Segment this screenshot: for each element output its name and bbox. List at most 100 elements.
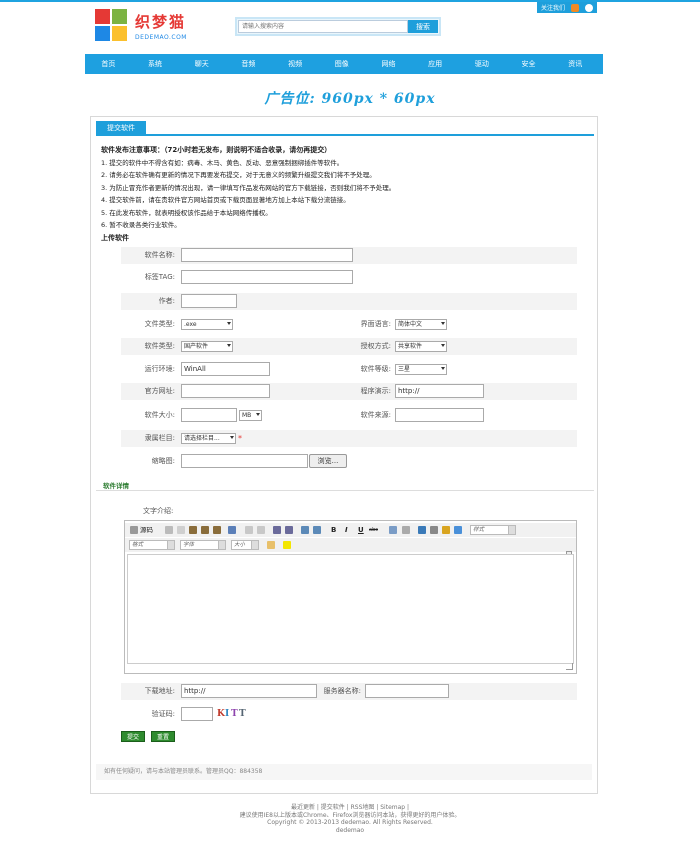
download-url-input[interactable]: http:// (181, 684, 317, 698)
thumb-file-input[interactable] (181, 454, 308, 468)
thumb-label: 缩略图: (151, 457, 175, 465)
nav-item[interactable]: 驱动 (459, 54, 506, 74)
paste-text-icon[interactable] (201, 526, 209, 534)
nav-item[interactable]: 资讯 (552, 54, 599, 74)
redo-icon[interactable] (257, 526, 265, 534)
search-box: 搜索 (235, 17, 441, 36)
softtype-label: 软件类型: (144, 342, 175, 350)
footer-links[interactable]: 最近更新 | 提交软件 | RSS地图 | Sitemap | (0, 804, 700, 812)
captcha-char[interactable]: T (239, 706, 247, 723)
intro-label: 文字介绍: (143, 507, 174, 515)
demo-input[interactable]: http:// (395, 384, 484, 398)
style-select[interactable]: 样式 (470, 525, 516, 535)
author-input[interactable] (181, 294, 237, 308)
chevron-down-icon (256, 413, 260, 416)
nav-item[interactable]: 应用 (412, 54, 459, 74)
captcha-char[interactable]: T (231, 706, 239, 723)
rank-select[interactable]: 三星 (395, 364, 447, 375)
server-label: 服务器名称: (323, 687, 361, 695)
env-label: 运行环境: (144, 365, 175, 373)
ordered-list-icon[interactable] (389, 526, 397, 534)
copy-icon[interactable] (177, 526, 185, 534)
chevron-down-icon (441, 322, 445, 325)
nav-item[interactable]: 视频 (272, 54, 319, 74)
source-icon[interactable] (130, 526, 138, 534)
nav-item[interactable]: 聊天 (178, 54, 225, 74)
site-input[interactable] (181, 384, 270, 398)
chevron-down-icon (441, 344, 445, 347)
resize-grip-icon[interactable] (566, 663, 573, 670)
notice-item: 3. 为防止冒充作者更新的情况出现，请一律填写作品发布网站的官方下载链接，否则我… (101, 183, 396, 192)
cut-icon[interactable] (165, 526, 173, 534)
horizontal-rule-icon[interactable] (402, 526, 410, 534)
site-logo[interactable]: 织梦猫 DEDEMAO.COM (95, 9, 225, 49)
strike-button[interactable]: abc (369, 524, 378, 536)
logo-name: 织梦猫 (135, 13, 187, 31)
reset-button[interactable]: 重置 (151, 731, 175, 742)
row-softtype: 软件类型: 国产软件 授权方式: 共享软件 (121, 338, 577, 355)
undo-icon[interactable] (245, 526, 253, 534)
env-input[interactable]: WinAll (181, 362, 270, 376)
chevron-down-icon (227, 344, 231, 347)
link-icon[interactable] (418, 526, 426, 534)
row-size: 软件大小: MB 软件来源: (121, 407, 577, 424)
font-select[interactable]: 字体 (180, 540, 226, 550)
replace-icon[interactable] (285, 526, 293, 534)
required-star: * (238, 434, 242, 443)
lang-label: 界面语言: (360, 320, 391, 328)
format-select[interactable]: 格式 (129, 540, 175, 550)
size-input[interactable] (181, 408, 237, 422)
unlink-icon[interactable] (430, 526, 438, 534)
remove-format-icon[interactable] (313, 526, 321, 534)
rank-label: 软件等级: (360, 365, 391, 373)
nav-item[interactable]: 安全 (505, 54, 552, 74)
paste-icon[interactable] (189, 526, 197, 534)
search-input[interactable] (238, 20, 408, 33)
captcha-input[interactable] (181, 707, 213, 721)
row-env: 运行环境: WinAll 软件等级: 三星 (121, 361, 577, 378)
row-captcha: 验证码: K I T T (121, 706, 577, 723)
size-select[interactable]: 大小 (231, 540, 259, 550)
nav-item[interactable]: 图像 (318, 54, 365, 74)
tab-submit-software[interactable]: 提交软件 (96, 121, 146, 135)
row-site: 官方网址: 程序演示: http:// (121, 383, 577, 400)
notice-item: 6. 暂不收录各类行业软件。 (101, 221, 181, 229)
server-name-input[interactable] (365, 684, 449, 698)
nav-item[interactable]: 音频 (225, 54, 272, 74)
size-unit-select[interactable]: MB (239, 410, 262, 421)
source-button[interactable]: 源码 (140, 524, 153, 536)
category-select[interactable]: 请选择栏目... (181, 433, 236, 444)
nav-item[interactable]: 首页 (85, 54, 132, 74)
ad-banner: 广告位: 960px * 60px (264, 91, 436, 107)
paste-word-icon[interactable] (213, 526, 221, 534)
editor-content-area[interactable] (127, 554, 574, 664)
print-icon[interactable] (228, 526, 236, 534)
nav-item[interactable]: 网络 (365, 54, 412, 74)
bg-color-icon[interactable] (283, 541, 291, 549)
name-input[interactable] (181, 248, 353, 262)
submit-button[interactable]: 提交 (121, 731, 145, 742)
browse-button[interactable]: 浏览... (309, 454, 347, 468)
find-icon[interactable] (273, 526, 281, 534)
select-all-icon[interactable] (301, 526, 309, 534)
row-tag: 标签TAG: (121, 269, 577, 286)
nav-item[interactable]: 系统 (132, 54, 179, 74)
source-input[interactable] (395, 408, 484, 422)
search-button[interactable]: 搜索 (408, 20, 438, 33)
text-color-icon[interactable] (267, 541, 275, 549)
captcha-char[interactable]: I (225, 706, 230, 723)
submit-panel: 提交软件 软件发布注意事项：（72小时若无发布，则说明不适合收录，请勿再提交） … (90, 116, 598, 794)
softtype-select[interactable]: 国产软件 (181, 341, 233, 352)
lang-select[interactable]: 简体中文 (395, 319, 447, 330)
tag-input[interactable] (181, 270, 353, 284)
editor-toolbar-2: 格式 字体 大小 (125, 538, 576, 552)
size-label: 软件大小: (144, 411, 175, 419)
underline-button[interactable]: U (358, 524, 364, 536)
image-icon[interactable] (442, 526, 450, 534)
filetype-select[interactable]: .exe (181, 319, 233, 330)
license-select[interactable]: 共享软件 (395, 341, 447, 352)
flash-icon[interactable] (454, 526, 462, 534)
bold-button[interactable]: B (331, 524, 336, 536)
italic-button[interactable]: I (345, 524, 348, 536)
chevron-down-icon (227, 322, 231, 325)
